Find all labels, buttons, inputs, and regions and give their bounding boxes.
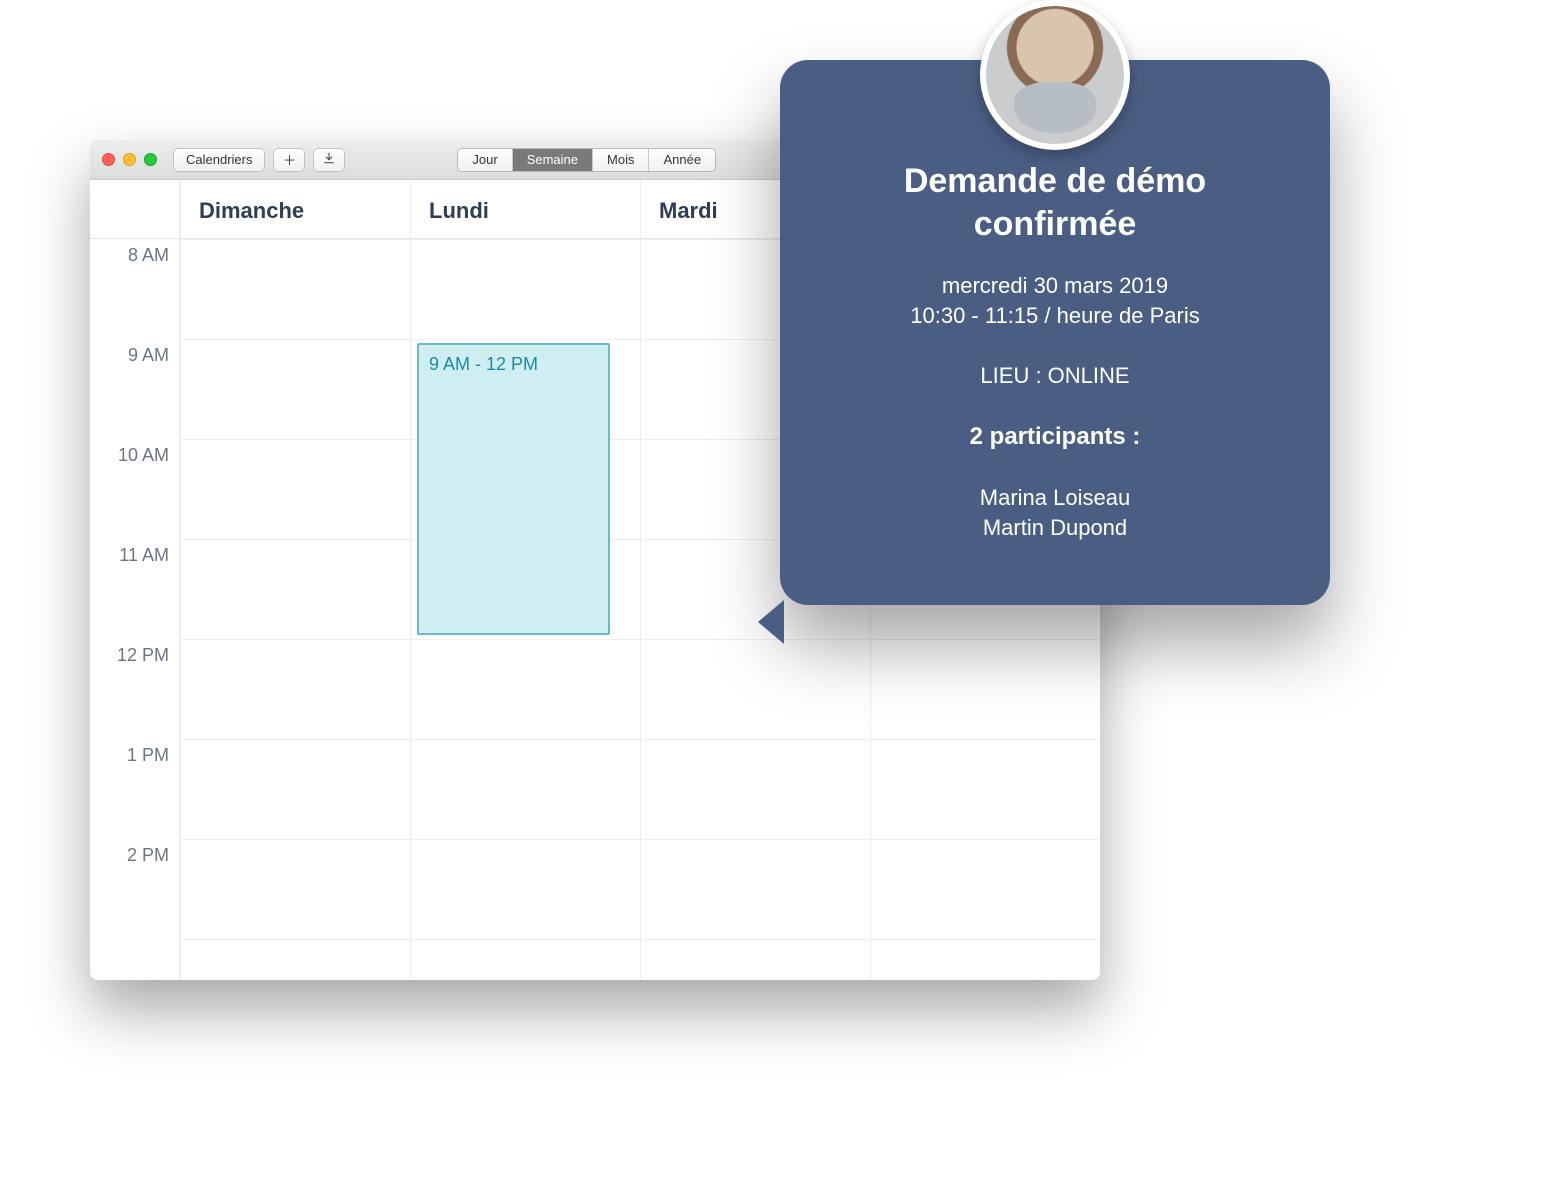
close-icon[interactable] xyxy=(102,153,115,166)
popover-time: 10:30 - 11:15 / heure de Paris xyxy=(820,303,1290,329)
time-column: 8 AM 9 AM 10 AM 11 AM 12 PM 1 PM 2 PM xyxy=(90,239,180,980)
popover-participants-list: Marina Loiseau Martin Dupond xyxy=(820,485,1290,541)
plus-icon: ＋ xyxy=(283,150,296,169)
participant: Marina Loiseau xyxy=(820,485,1290,511)
day-header: Lundi xyxy=(410,180,640,238)
inbox-button[interactable] xyxy=(313,148,345,172)
popover-participants-header: 2 participants : xyxy=(820,423,1290,451)
day-col-lundi[interactable]: 9 AM - 12 PM xyxy=(410,239,640,980)
hour-label: 12 PM xyxy=(90,639,179,739)
popover-title: Demande de démo confirmée xyxy=(820,160,1290,245)
day-col-dimanche[interactable] xyxy=(180,239,410,980)
day-header: Dimanche xyxy=(180,180,410,238)
hour-label: 9 AM xyxy=(90,339,179,439)
zoom-icon[interactable] xyxy=(144,153,157,166)
view-month[interactable]: Mois xyxy=(593,149,649,171)
participant: Martin Dupond xyxy=(820,515,1290,541)
inbox-icon xyxy=(322,151,336,168)
view-week[interactable]: Semaine xyxy=(513,149,593,171)
calendars-label: Calendriers xyxy=(186,152,252,167)
hour-label: 11 AM xyxy=(90,539,179,639)
hour-label: 8 AM xyxy=(90,239,179,339)
view-segmented-control: Jour Semaine Mois Année xyxy=(457,148,716,172)
view-day[interactable]: Jour xyxy=(458,149,512,171)
calendars-button[interactable]: Calendriers xyxy=(173,148,265,172)
view-year[interactable]: Année xyxy=(649,149,715,171)
hour-label: 10 AM xyxy=(90,439,179,539)
avatar xyxy=(980,0,1130,150)
avatar-image xyxy=(986,6,1124,144)
event-popover: Demande de démo confirmée mercredi 30 ma… xyxy=(780,60,1330,605)
hour-label: 1 PM xyxy=(90,739,179,839)
popover-date: mercredi 30 mars 2019 xyxy=(820,273,1290,299)
availability-block[interactable]: 9 AM - 12 PM xyxy=(417,343,610,635)
window-traffic-lights xyxy=(102,153,157,166)
add-button[interactable]: ＋ xyxy=(273,148,305,172)
popover-location: LIEU : ONLINE xyxy=(820,363,1290,389)
minimize-icon[interactable] xyxy=(123,153,136,166)
hour-label: 2 PM xyxy=(90,839,179,939)
